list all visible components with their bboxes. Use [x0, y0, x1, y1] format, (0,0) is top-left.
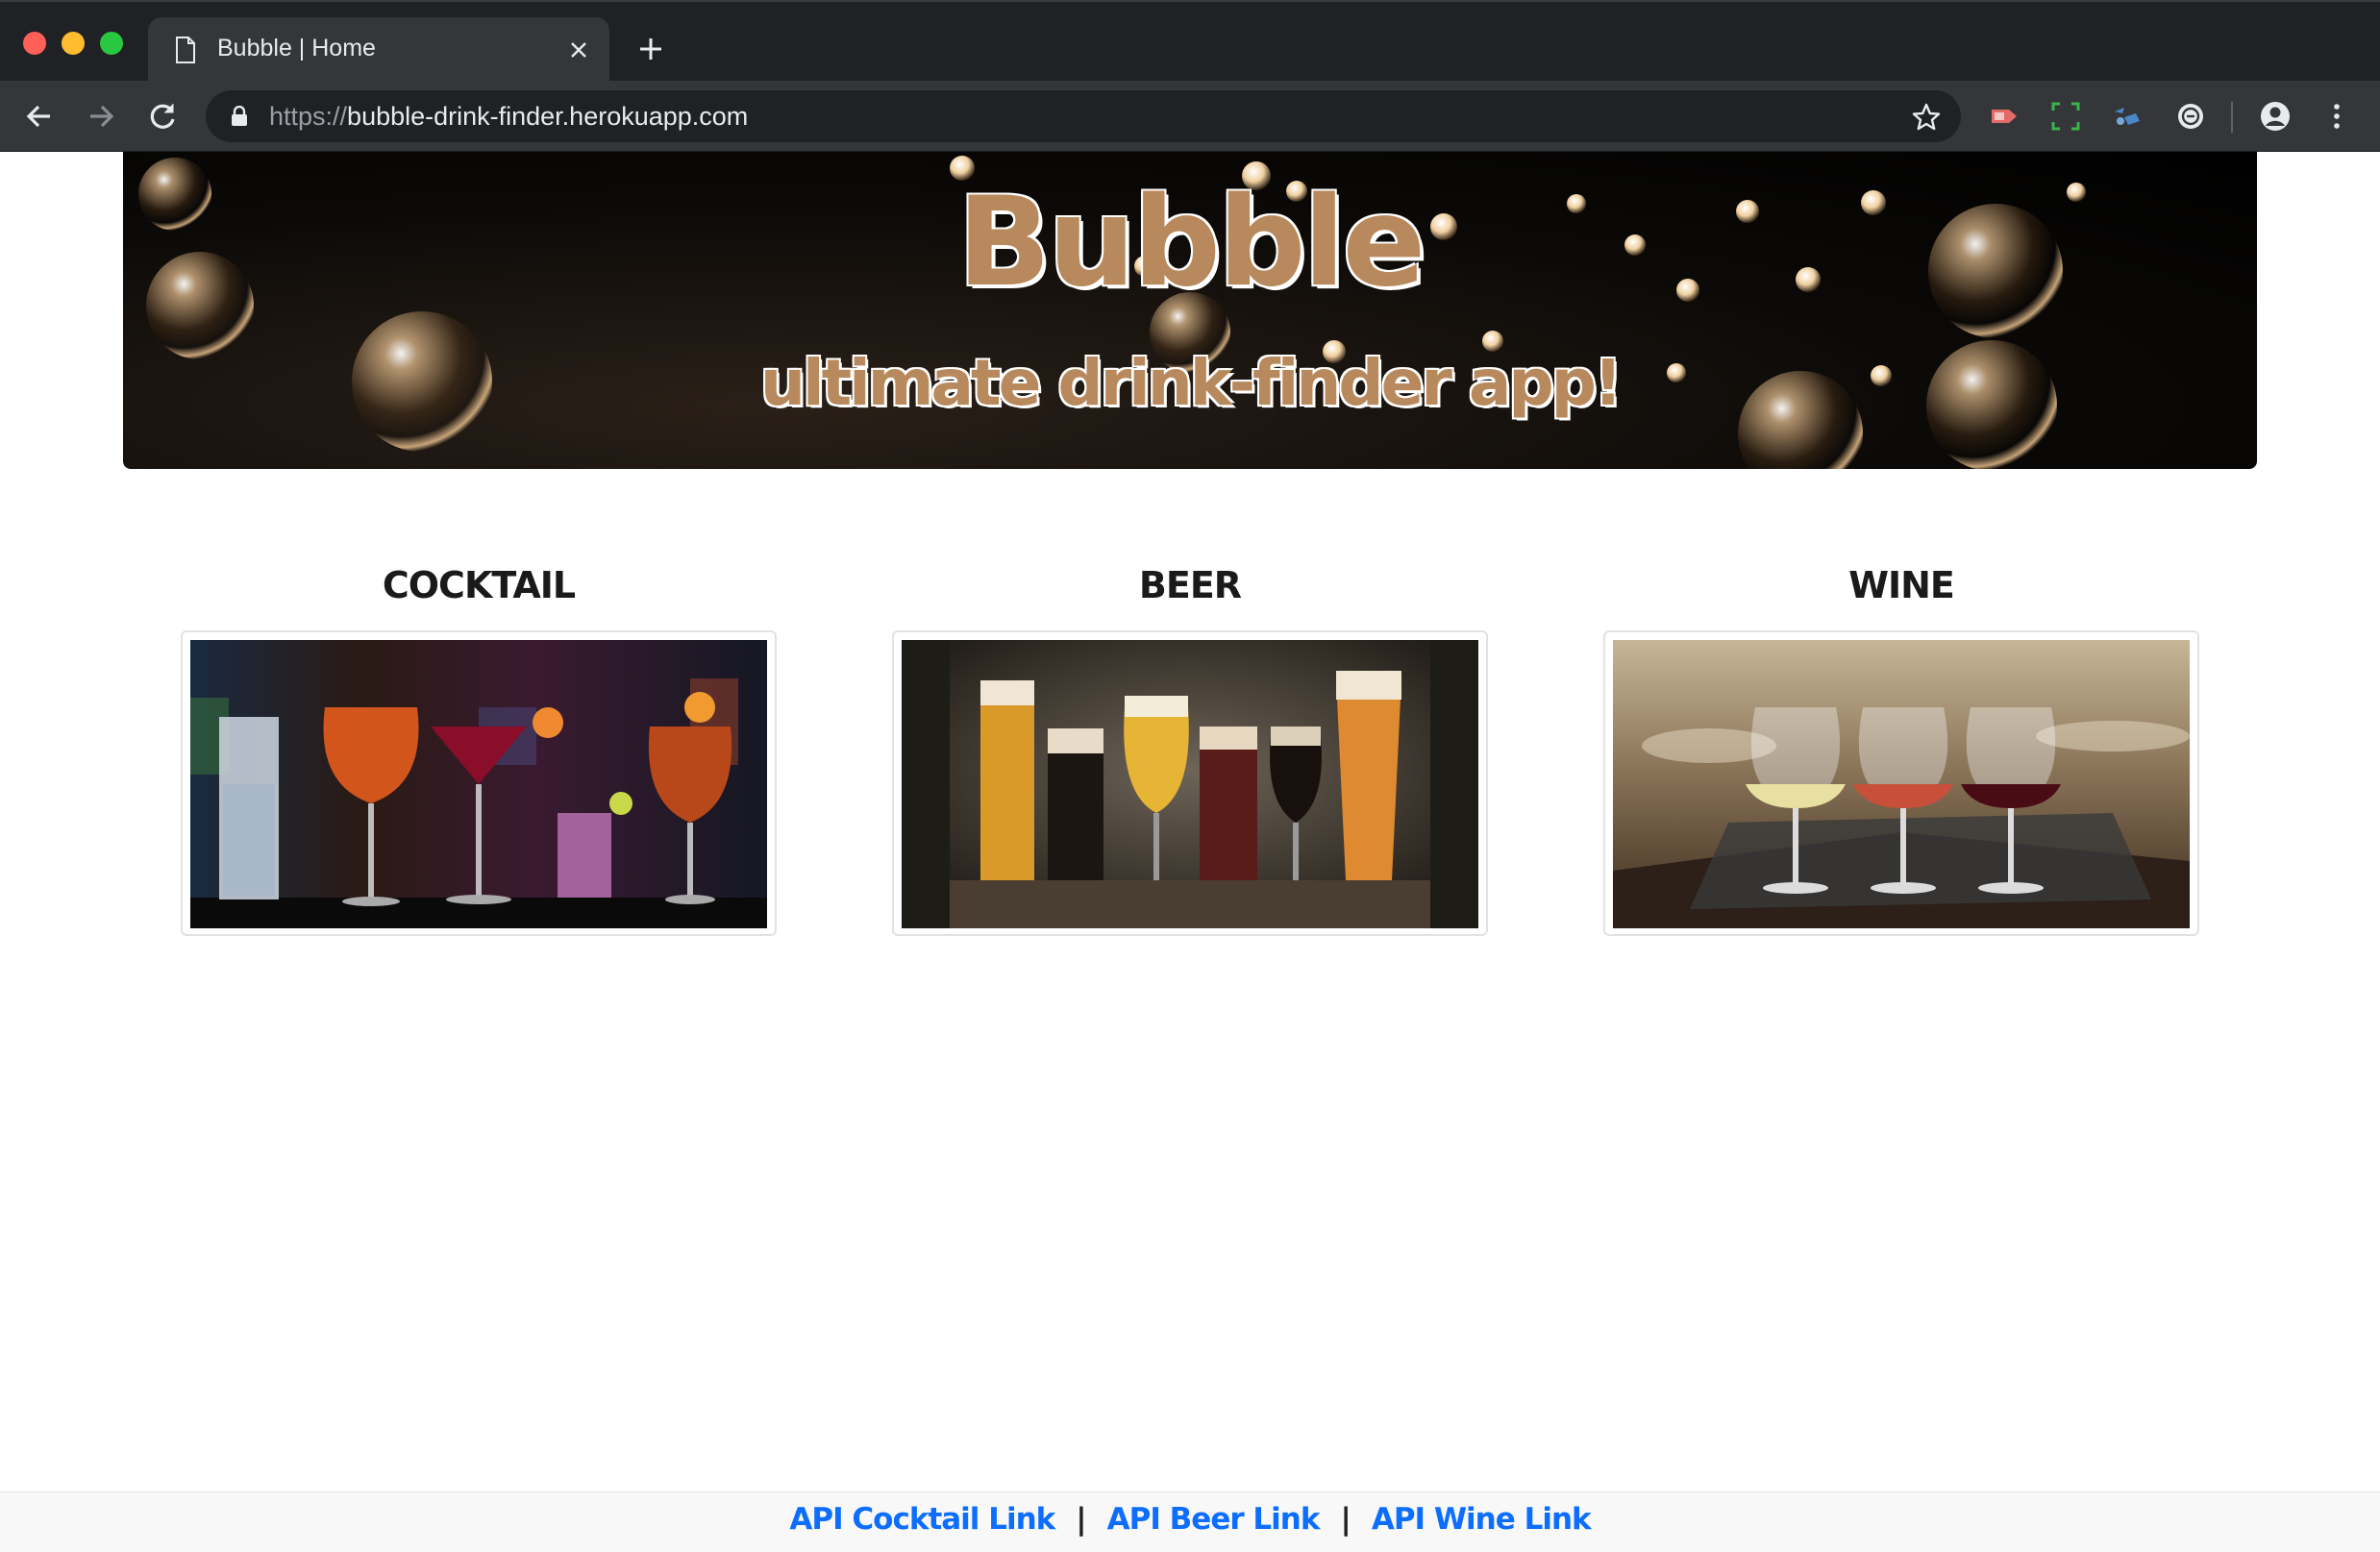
api-beer-link[interactable]: API Beer Link — [1107, 1502, 1321, 1537]
close-window-button[interactable] — [23, 32, 46, 55]
toolbar-separator — [2231, 102, 2233, 133]
reload-icon[interactable] — [146, 100, 179, 133]
footer-separator: | — [1076, 1502, 1086, 1537]
footer: API Cocktail Link | API Beer Link | API Wine… — [0, 1491, 2380, 1552]
plus-icon[interactable] — [636, 35, 665, 63]
category-card-wine[interactable]: WINE — [1603, 557, 2199, 936]
hero-banner: Bubble ultimate drink-finder app! — [123, 152, 2257, 469]
footer-separator: | — [1340, 1502, 1351, 1537]
url-text: https://bubble-drink-finder.herokuapp.co… — [269, 102, 749, 131]
video-extension-icon[interactable] — [1988, 100, 2021, 133]
wine-glasses-photo[interactable] — [1613, 640, 2190, 928]
browser-toolbar: https://bubble-drink-finder.herokuapp.co… — [0, 81, 2380, 152]
api-wine-link[interactable]: API Wine Link — [1372, 1502, 1592, 1537]
extension-circle-icon[interactable] — [2174, 100, 2207, 133]
brand-title: Bubble — [956, 171, 1426, 314]
category-card-cocktail[interactable]: COCKTAIL — [181, 557, 777, 936]
category-title: WINE — [1848, 564, 1955, 606]
close-icon[interactable] — [567, 38, 590, 62]
browser-titlebar: Bubble | Home — [0, 0, 2380, 83]
document-icon — [176, 37, 195, 63]
minimize-window-button[interactable] — [62, 32, 85, 55]
screenshot-extension-icon[interactable] — [2049, 100, 2082, 133]
lock-icon — [232, 106, 247, 126]
star-icon[interactable] — [1911, 102, 1942, 133]
forward-icon[interactable] — [85, 100, 117, 133]
beers-photo[interactable] — [902, 640, 1478, 928]
cocktails-photo[interactable] — [190, 640, 767, 928]
maximize-window-button[interactable] — [100, 32, 123, 55]
menu-icon[interactable] — [2320, 100, 2353, 133]
category-card-beer[interactable]: BEER — [892, 557, 1488, 936]
category-image-frame[interactable] — [1603, 630, 2199, 936]
category-title: COCKTAIL — [382, 564, 576, 606]
footer-links: API Cocktail Link | API Beer Link | API Wine… — [0, 1502, 2380, 1537]
category-title: BEER — [1138, 564, 1242, 606]
category-image-frame[interactable] — [892, 630, 1488, 936]
browser-tab[interactable]: Bubble | Home — [148, 17, 609, 83]
api-cocktail-link[interactable]: API Cocktail Link — [789, 1502, 1055, 1537]
translate-extension-icon[interactable] — [2111, 100, 2144, 133]
category-image-frame[interactable] — [181, 630, 777, 936]
address-bar[interactable]: https://bubble-drink-finder.herokuapp.co… — [206, 90, 1961, 142]
back-icon[interactable] — [23, 100, 56, 133]
tab-title: Bubble | Home — [217, 35, 376, 62]
profile-icon[interactable] — [2259, 100, 2292, 133]
brand-subtitle: ultimate drink-finder app! — [759, 346, 1623, 420]
